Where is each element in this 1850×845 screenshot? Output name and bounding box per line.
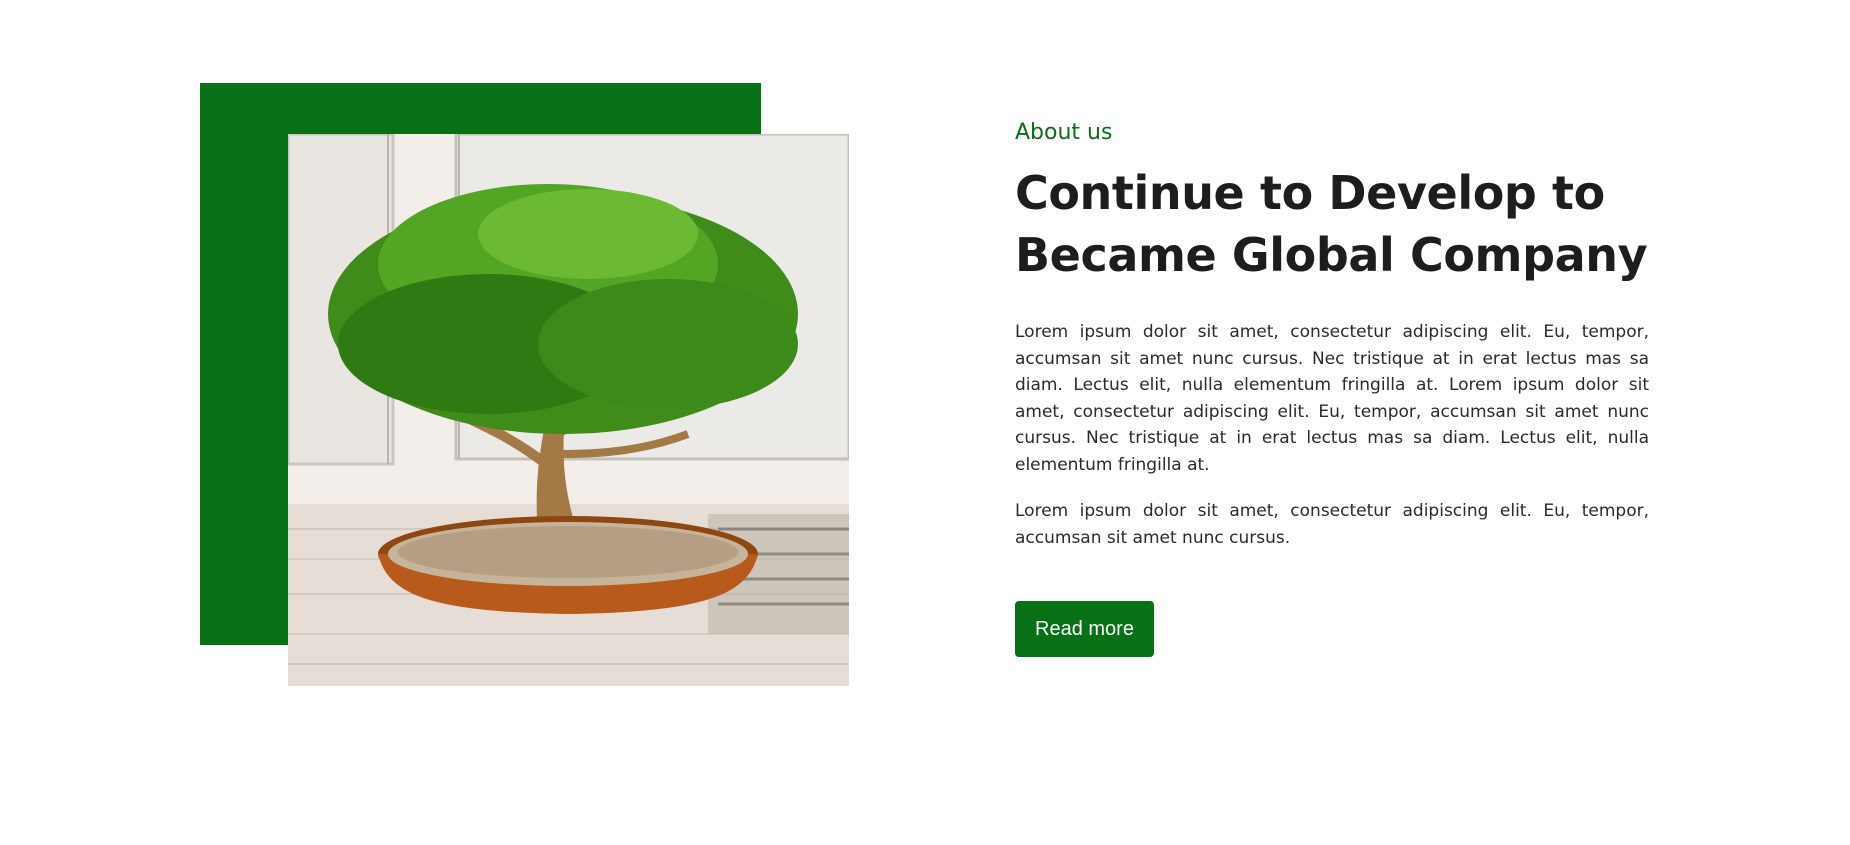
page-title: Continue to Develop to Became Global Com… — [1015, 162, 1649, 286]
about-section: About us Continue to Develop to Became G… — [1015, 120, 1649, 658]
about-paragraph-2: Lorem ipsum dolor sit amet, consectetur … — [1015, 501, 1649, 548]
bonsai-illustration — [288, 134, 849, 686]
title-line-1: Continue to Develop to — [1015, 166, 1605, 221]
bonsai-tree-photo — [288, 134, 849, 686]
section-eyebrow: About us — [1015, 120, 1113, 145]
read-more-button[interactable]: Read more — [1015, 601, 1154, 658]
title-line-2: Became Global Company — [1015, 228, 1648, 283]
about-paragraph-1: Lorem ipsum dolor sit amet, consectetur … — [1015, 322, 1649, 475]
